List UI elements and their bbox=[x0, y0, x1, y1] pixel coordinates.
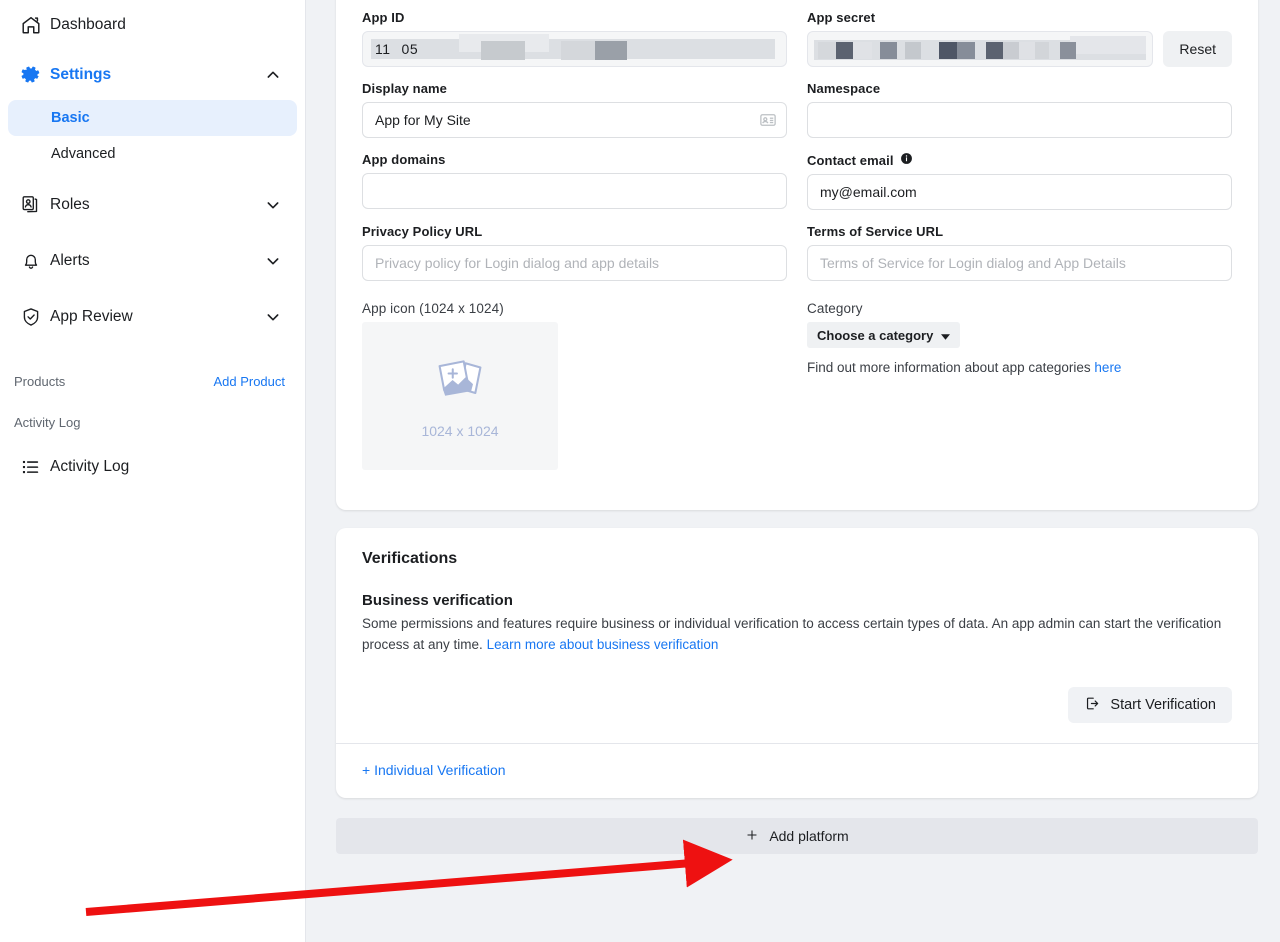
bell-icon bbox=[20, 250, 50, 272]
basic-settings-card: App ID 11 05 App secret Reset Display na… bbox=[336, 0, 1258, 510]
business-verification-learn-more-link[interactable]: Learn more about business verification bbox=[487, 637, 719, 652]
external-link-icon bbox=[1084, 695, 1101, 716]
sidebar-item-activity-log[interactable]: Activity Log bbox=[8, 442, 297, 492]
sidebar-item-settings[interactable]: Settings bbox=[8, 50, 297, 100]
app-domains-label: App domains bbox=[362, 152, 446, 167]
verifications-card: Verifications Business verification Some… bbox=[336, 528, 1258, 799]
app-icon-label: App icon (1024 x 1024) bbox=[362, 301, 504, 316]
terms-of-service-url-input[interactable] bbox=[807, 245, 1232, 281]
namespace-field: Namespace bbox=[807, 81, 1232, 138]
category-field: Category Choose a category Find out more… bbox=[807, 301, 1232, 470]
app-id-label: App ID bbox=[362, 10, 405, 25]
contact-card-icon bbox=[759, 111, 777, 129]
info-icon[interactable] bbox=[900, 152, 913, 168]
app-icon-caption: 1024 x 1024 bbox=[421, 422, 499, 439]
gear-icon bbox=[20, 64, 50, 86]
products-section-title: Products bbox=[14, 373, 66, 389]
category-note: Find out more information about app cate… bbox=[807, 360, 1232, 375]
sidebar-item-roles[interactable]: Roles bbox=[8, 180, 297, 230]
business-verification-description: Some permissions and features require bu… bbox=[362, 614, 1222, 656]
privacy-policy-url-input[interactable] bbox=[362, 245, 787, 281]
id-cards-icon bbox=[20, 194, 50, 216]
category-help-link[interactable]: here bbox=[1094, 360, 1121, 375]
chevron-up-icon[interactable] bbox=[265, 67, 281, 83]
category-note-text: Find out more information about app cate… bbox=[807, 360, 1095, 375]
sidebar: Dashboard Settings Basic Advanced Roles … bbox=[0, 0, 306, 942]
app-icon-uploader[interactable]: 1024 x 1024 bbox=[362, 322, 558, 470]
category-label: Category bbox=[807, 301, 863, 316]
start-verification-button[interactable]: Start Verification bbox=[1068, 687, 1232, 724]
contact-email-label: Contact email bbox=[807, 152, 894, 168]
sidebar-subitem-advanced[interactable]: Advanced bbox=[8, 136, 297, 172]
privacy-policy-url-label: Privacy Policy URL bbox=[362, 224, 483, 239]
terms-of-service-url-field: Terms of Service URL bbox=[807, 224, 1232, 281]
privacy-policy-url-field: Privacy Policy URL bbox=[362, 224, 787, 281]
app-id-value: 11 05 bbox=[375, 41, 419, 57]
category-select[interactable]: Choose a category bbox=[807, 322, 961, 348]
shield-check-icon bbox=[20, 306, 50, 328]
individual-verification-link[interactable]: + Individual Verification bbox=[362, 762, 506, 778]
add-platform-label: Add platform bbox=[769, 828, 849, 845]
sidebar-item-label: Roles bbox=[50, 196, 90, 213]
add-product-link[interactable]: Add Product bbox=[213, 374, 285, 389]
display-name-label: Display name bbox=[362, 81, 448, 96]
verifications-title: Verifications bbox=[362, 550, 458, 567]
display-name-field: Display name bbox=[362, 81, 787, 138]
sidebar-item-label: Activity Log bbox=[50, 458, 130, 475]
start-verification-label: Start Verification bbox=[1110, 697, 1216, 714]
namespace-label: Namespace bbox=[807, 81, 881, 96]
sidebar-subitem-label: Basic bbox=[51, 110, 90, 126]
contact-email-label-row: Contact email bbox=[807, 152, 1232, 168]
app-domains-input[interactable] bbox=[362, 173, 787, 209]
plus-icon bbox=[745, 828, 759, 845]
list-icon bbox=[20, 456, 50, 478]
sidebar-item-alerts[interactable]: Alerts bbox=[8, 236, 297, 286]
products-section-header: Products Add Product bbox=[0, 360, 305, 402]
namespace-input[interactable] bbox=[807, 102, 1232, 138]
app-id-input[interactable]: 11 05 bbox=[362, 31, 787, 67]
app-secret-field: App secret Reset bbox=[807, 10, 1232, 67]
contact-email-field: Contact email bbox=[807, 152, 1232, 210]
chevron-down-icon[interactable] bbox=[265, 197, 281, 213]
sidebar-subitem-basic[interactable]: Basic bbox=[8, 100, 297, 136]
sidebar-item-label: App Review bbox=[50, 308, 133, 325]
chevron-down-icon[interactable] bbox=[265, 253, 281, 269]
add-photo-icon bbox=[430, 354, 490, 411]
app-icon-field: App icon (1024 x 1024) 1024 x 1024 bbox=[362, 301, 787, 470]
sidebar-subitem-label: Advanced bbox=[51, 146, 116, 162]
sidebar-item-label: Settings bbox=[50, 66, 112, 83]
sidebar-item-label: Alerts bbox=[50, 252, 90, 269]
activity-log-section-title: Activity Log bbox=[14, 414, 81, 430]
app-id-field: App ID 11 05 bbox=[362, 10, 787, 67]
contact-email-input[interactable] bbox=[807, 174, 1232, 210]
terms-of-service-url-label: Terms of Service URL bbox=[807, 224, 944, 239]
app-secret-input[interactable] bbox=[807, 31, 1154, 67]
category-selected-value: Choose a category bbox=[817, 327, 934, 343]
chevron-down-icon[interactable] bbox=[265, 309, 281, 325]
sidebar-item-app-review[interactable]: App Review bbox=[8, 292, 297, 342]
add-platform-button[interactable]: Add platform bbox=[336, 818, 1258, 855]
display-name-input[interactable] bbox=[362, 102, 787, 138]
sidebar-item-dashboard[interactable]: Dashboard bbox=[8, 0, 297, 50]
main-content: App ID 11 05 App secret Reset Display na… bbox=[306, 0, 1280, 942]
app-root: Dashboard Settings Basic Advanced Roles … bbox=[0, 0, 1280, 942]
app-secret-label: App secret bbox=[807, 10, 876, 25]
reset-app-secret-button[interactable]: Reset bbox=[1163, 31, 1232, 67]
business-verification-heading: Business verification bbox=[362, 592, 513, 609]
app-domains-field: App domains bbox=[362, 152, 787, 210]
home-icon bbox=[20, 14, 50, 36]
sidebar-item-label: Dashboard bbox=[50, 16, 126, 33]
chevron-down-icon bbox=[941, 328, 951, 343]
